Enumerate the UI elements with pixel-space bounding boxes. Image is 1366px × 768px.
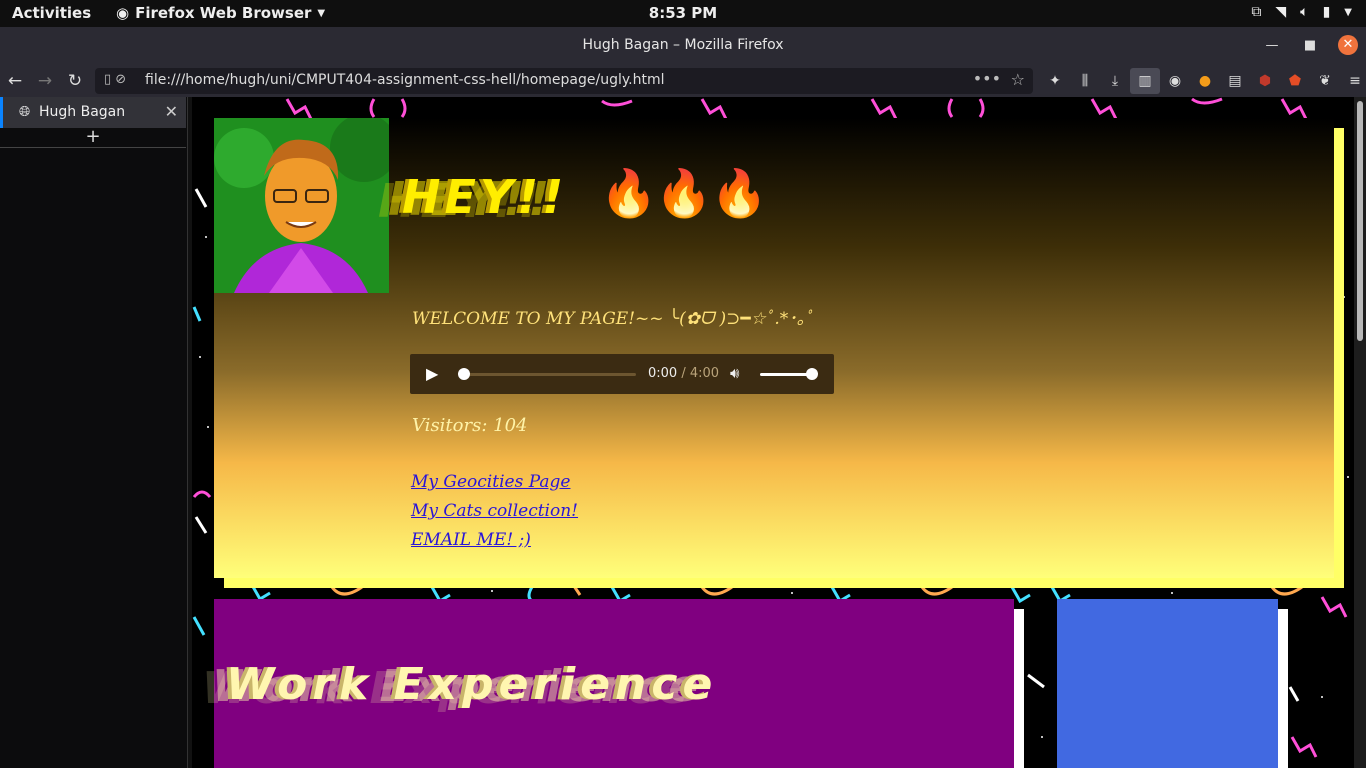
globe-icon: 🌐︎: [19, 104, 31, 120]
seek-track[interactable]: [460, 373, 636, 376]
minimize-icon[interactable]: —: [1262, 38, 1282, 53]
url-bar[interactable]: ▯ ⊘ file:///home/hugh/uni/CMPUT404-assig…: [95, 68, 1033, 94]
forward-arrow-icon[interactable]: →: [33, 69, 57, 93]
hero-heading: HEY!!: [402, 170, 568, 224]
close-window-button[interactable]: ✕: [1338, 35, 1358, 55]
hero-card: HEY!! 🔥🔥🔥 WELCOME TO MY PAGE!~~ ╰(✿ᗜ )⊃━…: [214, 118, 1334, 578]
url-text[interactable]: file:///home/hugh/uni/CMPUT404-assignmen…: [145, 72, 665, 88]
sidebar-toggle-icon[interactable]: ▥: [1130, 68, 1160, 94]
link-cats[interactable]: My Cats collection!: [411, 497, 578, 526]
library-icon[interactable]: ⫼: [1070, 68, 1100, 94]
download-icon[interactable]: ⤓: [1100, 68, 1130, 94]
pin-icon[interactable]: ✦: [1040, 68, 1070, 94]
work-experience-section: Work Experience: [214, 599, 1014, 768]
firefox-app-icon: ◉: [116, 4, 130, 22]
new-tab-button[interactable]: +: [0, 128, 186, 148]
tab-label: Hugh Bagan: [39, 104, 126, 120]
link-list: My Geocities Page My Cats collection! EM…: [411, 468, 578, 555]
current-time: 0:00: [648, 366, 678, 381]
side-panel: [1057, 599, 1278, 768]
audio-time: 0:00 / 4:00: [648, 366, 719, 381]
volume-icon[interactable]: 🔈︎: [1300, 4, 1308, 20]
sidebar-tab[interactable]: 🌐︎ Hugh Bagan ✕: [0, 97, 186, 128]
app-menu-label: Firefox Web Browser: [135, 4, 312, 22]
tab-sidebar: 🌐︎ Hugh Bagan ✕ +: [0, 97, 188, 768]
link-geocities[interactable]: My Geocities Page: [411, 468, 578, 497]
back-arrow-icon[interactable]: ←: [3, 69, 27, 93]
wifi-icon[interactable]: ◥: [1275, 4, 1286, 20]
clock[interactable]: 8:53 PM: [649, 4, 717, 22]
audio-player[interactable]: ▶ 0:00 / 4:00 🔊︎: [410, 354, 834, 394]
duration: 4:00: [689, 366, 720, 381]
volume-handle[interactable]: [806, 368, 818, 380]
bookmark-star-icon[interactable]: ☆: [1011, 70, 1025, 89]
volume-icon[interactable]: 🔊︎: [730, 364, 739, 382]
welcome-text: WELCOME TO MY PAGE!~~ ╰(✿ᗜ )⊃━☆ﾟ.*･｡ﾟ: [412, 309, 814, 329]
html5-icon[interactable]: ⬟: [1280, 68, 1310, 94]
scrollbar-thumb[interactable]: [1357, 101, 1363, 341]
page-actions-icon[interactable]: •••: [973, 69, 1001, 88]
link-email[interactable]: EMAIL ME! ;): [411, 526, 578, 555]
system-top-bar: Activities ◉ Firefox Web Browser ▼ 8:53 …: [0, 0, 1366, 27]
window-title: Hugh Bagan – Mozilla Firefox: [582, 37, 784, 53]
screen-share-icon[interactable]: ⧉: [1251, 4, 1261, 20]
close-tab-icon[interactable]: ✕: [165, 102, 178, 121]
maximize-icon[interactable]: ■: [1300, 38, 1320, 53]
time-separator: /: [677, 366, 690, 381]
system-tray[interactable]: ⧉ ◥ 🔈︎ ▮ ▼: [1251, 4, 1352, 20]
reload-icon[interactable]: ↻: [63, 69, 87, 93]
extension-paw-icon[interactable]: ❦: [1310, 68, 1340, 94]
fire-emoji: 🔥🔥🔥: [600, 166, 768, 220]
ublock-icon[interactable]: ⬢: [1250, 68, 1280, 94]
account-icon[interactable]: ◉: [1160, 68, 1190, 94]
menu-icon[interactable]: ≡: [1340, 68, 1366, 94]
chevron-down-icon[interactable]: ▼: [1344, 7, 1352, 18]
window-titlebar: Hugh Bagan – Mozilla Firefox — ■ ✕: [0, 27, 1366, 64]
page-icon: ▯ ⊘: [104, 72, 127, 87]
extension-orange-icon[interactable]: ●: [1190, 68, 1220, 94]
seek-handle[interactable]: [458, 368, 470, 380]
visitor-counter: Visitors: 104: [412, 415, 528, 436]
chevron-down-icon: ▼: [317, 7, 326, 19]
activities-button[interactable]: Activities: [12, 4, 91, 22]
profile-photo: [214, 118, 389, 293]
extension-icon[interactable]: ▤: [1220, 68, 1250, 94]
battery-icon[interactable]: ▮: [1323, 4, 1331, 20]
navigation-toolbar: ← → ↻ ▯ ⊘ file:///home/hugh/uni/CMPUT404…: [0, 64, 1366, 97]
page-scrollbar[interactable]: [1354, 97, 1366, 768]
work-experience-heading: Work Experience: [226, 659, 718, 710]
play-icon[interactable]: ▶: [426, 364, 438, 383]
page-viewport: HEY!! 🔥🔥🔥 WELCOME TO MY PAGE!~~ ╰(✿ᗜ )⊃━…: [192, 97, 1354, 768]
app-menu[interactable]: ◉ Firefox Web Browser ▼: [116, 4, 325, 22]
